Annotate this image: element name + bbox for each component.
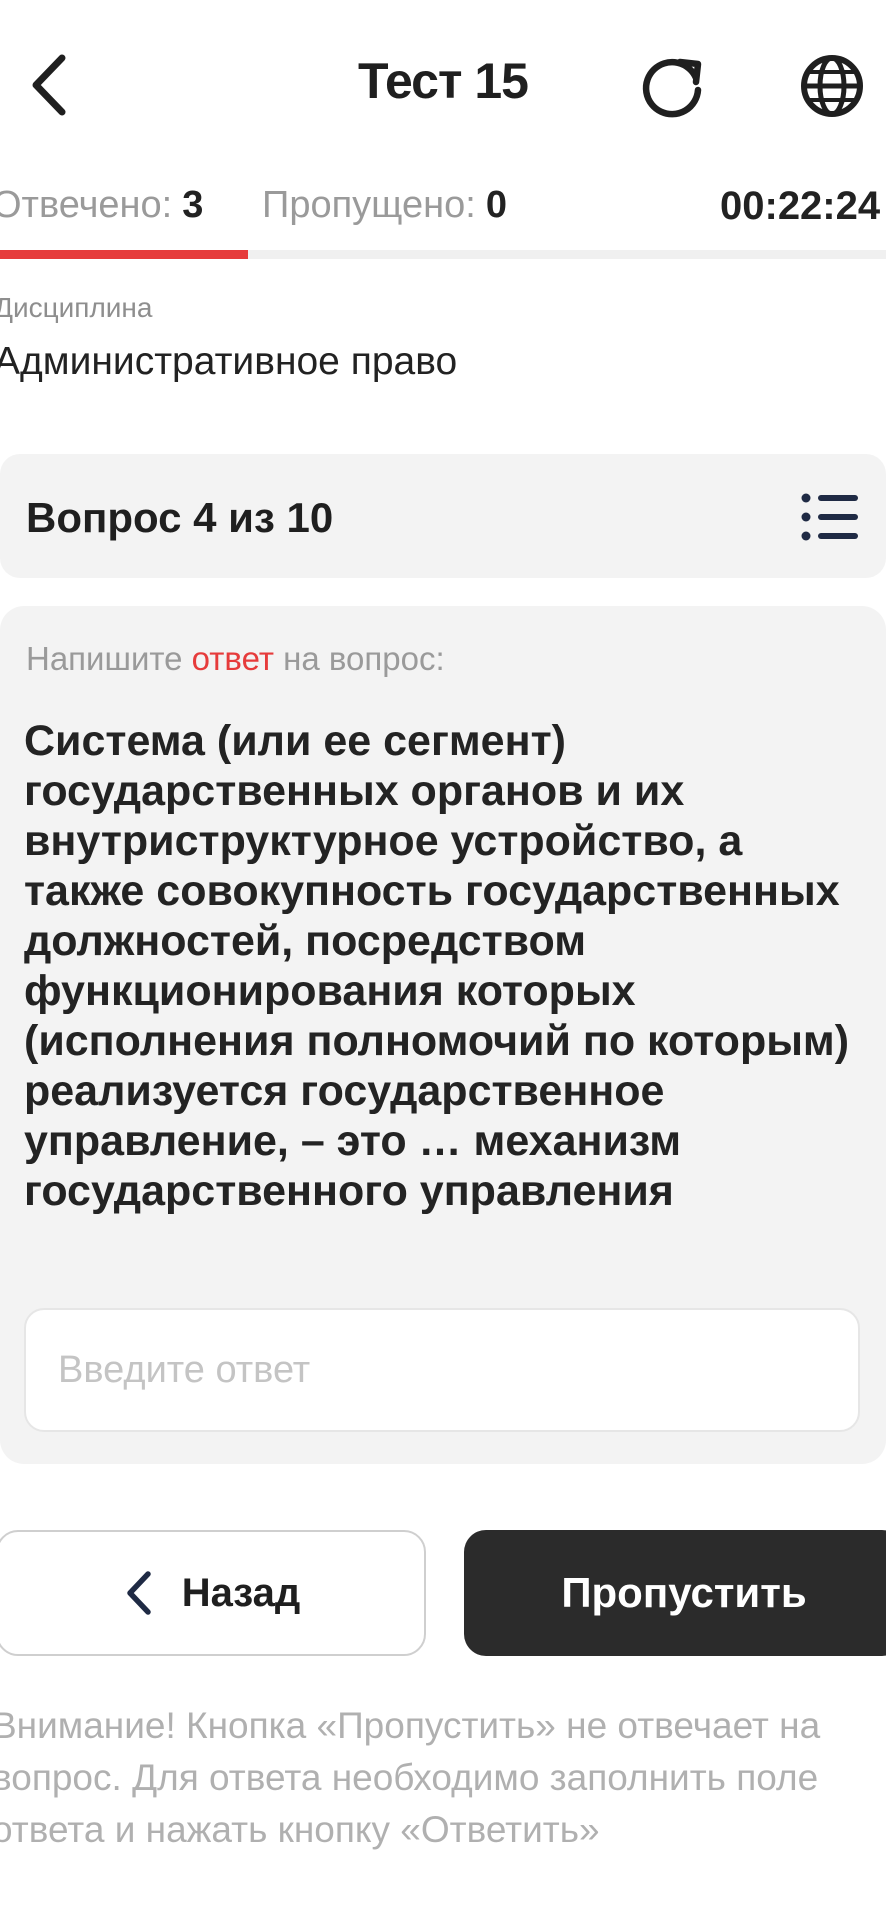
warning-note: Внимание! Кнопка «Пропустить» не отвечае… [0,1705,821,1850]
question-list-button[interactable] [800,490,860,544]
skipped-label: Пропущено: [262,184,476,226]
answered-counter: Отвечено: 3 [0,184,203,227]
skipped-count: 0 [485,184,507,226]
page-title: Тест 15 [357,53,529,109]
answered-label: Отвечено: [0,184,173,226]
language-button[interactable] [794,48,870,124]
reload-button[interactable] [636,48,712,124]
discipline-value: Административное право [0,340,458,383]
chevron-left-icon [126,1571,151,1615]
globe-icon [801,55,863,117]
discipline-label: Дисциплина [0,292,153,323]
skip-button-label: Пропустить [561,1569,807,1616]
skip-button[interactable]: Пропустить [464,1530,886,1656]
skipped-counter: Пропущено: 0 [262,184,507,227]
answered-count: 3 [182,184,204,226]
reload-icon [642,58,702,118]
question-text: Система (или ее сегмент) государственных… [24,717,850,1215]
list-icon [801,493,858,541]
progress-fill [0,250,248,259]
prompt-text-end: на вопрос: [273,640,445,677]
prompt-text-start: Напишите [26,640,192,677]
back-button[interactable]: Назад [0,1530,426,1656]
back-button-label: Назад [181,1570,301,1615]
prompt-accent: ответ [191,640,274,677]
answer-input[interactable] [24,1308,860,1432]
question-counter: Вопрос 4 из 10 [26,494,334,541]
timer: 00:22:24 [720,184,881,228]
question-prompt: Напишите ответ на вопрос: [26,640,445,678]
